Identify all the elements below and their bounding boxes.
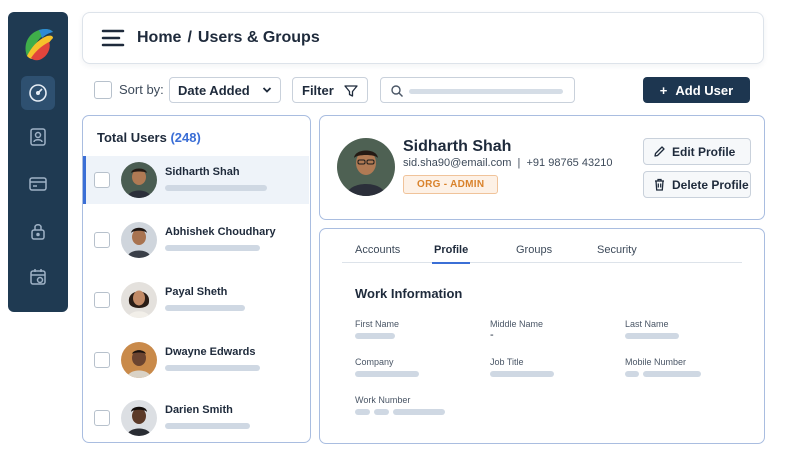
field-label-first-name: First Name <box>355 319 400 329</box>
profile-contact: sid.sha90@email.com | +91 98765 43210 <box>403 157 612 169</box>
user-row[interactable]: Payal Sheth <box>83 276 309 324</box>
profile-name: Sidharth Shah <box>403 138 512 155</box>
tab-profile[interactable]: Profile <box>431 244 471 264</box>
contact-separator: | <box>517 157 521 169</box>
lock-icon <box>31 224 45 240</box>
field-value-work-number-part <box>393 409 445 415</box>
app-logo-icon[interactable] <box>21 26 55 64</box>
profile-tabs: Accounts Profile Groups Security <box>342 239 742 264</box>
filter-icon <box>344 85 358 97</box>
breadcrumb-separator: / <box>187 29 192 46</box>
sort-label: Sort by: <box>119 82 164 97</box>
avatar <box>121 162 157 198</box>
breadcrumb-home[interactable]: Home <box>137 29 181 47</box>
search-input[interactable] <box>380 77 575 103</box>
row-checkbox[interactable] <box>94 292 110 308</box>
user-card-icon <box>30 128 46 146</box>
nav-calendar[interactable] <box>21 260 55 294</box>
field-value-job-title <box>490 371 554 377</box>
sidebar <box>8 12 68 312</box>
breadcrumb: Home / Users & Groups <box>137 29 320 47</box>
avatar <box>121 222 157 258</box>
users-count: (248) <box>170 130 201 145</box>
users-title-label: Total Users <box>97 130 167 145</box>
profile-phone: +91 98765 43210 <box>526 157 613 169</box>
field-label-last-name: Last Name <box>625 319 669 329</box>
profile-details-panel: Accounts Profile Groups Security Work In… <box>319 228 765 444</box>
profile-avatar <box>337 138 395 196</box>
user-row[interactable]: Dwayne Edwards <box>83 336 309 384</box>
user-row[interactable]: Darien Smith <box>83 394 309 442</box>
filter-button[interactable]: Filter <box>292 77 368 103</box>
profile-card: Sidharth Shah sid.sha90@email.com | +91 … <box>319 115 765 220</box>
breadcrumb-current: Users & Groups <box>197 29 320 46</box>
profile-email: sid.sha90@email.com <box>403 157 512 169</box>
field-label-company: Company <box>355 357 394 367</box>
user-detail-bar <box>165 245 260 251</box>
add-user-label: Add User <box>675 82 734 98</box>
chevron-down-icon <box>262 87 272 93</box>
sort-select[interactable]: Date Added <box>169 77 281 103</box>
tab-security[interactable]: Security <box>597 244 637 256</box>
section-title: Work Information <box>355 286 463 301</box>
tab-accounts[interactable]: Accounts <box>355 244 400 256</box>
edit-profile-label: Edit Profile <box>672 144 736 159</box>
field-value-company <box>355 371 419 377</box>
user-detail-bar <box>165 365 260 371</box>
avatar <box>121 342 157 378</box>
nav-users[interactable] <box>21 120 55 154</box>
users-list-panel: Total Users (248) Sidharth Shah Abhishek… <box>82 115 311 443</box>
field-value-middle-name: - <box>490 329 494 341</box>
field-label-mobile-number: Mobile Number <box>625 357 687 367</box>
row-checkbox[interactable] <box>94 172 110 188</box>
user-name: Payal Sheth <box>165 286 228 298</box>
field-value-last-name <box>625 333 679 339</box>
row-checkbox[interactable] <box>94 232 110 248</box>
filter-label: Filter <box>302 82 334 98</box>
users-title: Total Users (248) <box>97 130 201 145</box>
user-name: Darien Smith <box>165 404 233 416</box>
menu-icon[interactable] <box>101 28 125 48</box>
trash-icon <box>655 178 664 191</box>
delete-profile-label: Delete Profile <box>672 177 749 192</box>
dashboard-icon <box>29 84 47 102</box>
nav-billing[interactable] <box>21 167 55 201</box>
user-detail-bar <box>165 185 267 191</box>
user-row[interactable]: Sidharth Shah <box>83 156 309 204</box>
user-row[interactable]: Abhishek Choudhary <box>83 216 309 264</box>
field-value-work-number-part <box>374 409 389 415</box>
field-label-middle-name: Middle Name <box>490 319 544 329</box>
nav-dashboard[interactable] <box>21 76 55 110</box>
row-checkbox[interactable] <box>94 352 110 368</box>
user-name: Dwayne Edwards <box>165 346 256 358</box>
field-value-work-number-part <box>355 409 370 415</box>
user-name: Sidharth Shah <box>165 166 240 178</box>
field-value-mobile-number <box>643 371 701 377</box>
field-value-first-name <box>355 333 395 339</box>
user-detail-bar <box>165 305 245 311</box>
add-user-button[interactable]: + Add User <box>643 77 750 103</box>
field-value-mobile-code <box>625 371 639 377</box>
field-label-job-title: Job Title <box>490 357 524 367</box>
avatar <box>121 400 157 436</box>
role-badge: ORG - ADMIN <box>403 175 499 194</box>
sort-value: Date Added <box>178 82 250 98</box>
plus-icon: + <box>659 82 668 98</box>
edit-profile-button[interactable]: Edit Profile <box>643 138 751 165</box>
top-header: Home / Users & Groups <box>82 12 764 64</box>
credit-card-icon <box>29 177 47 191</box>
nav-security[interactable] <box>21 214 55 248</box>
search-icon <box>391 85 403 97</box>
field-label-work-number: Work Number <box>355 395 411 405</box>
avatar <box>121 282 157 318</box>
calendar-icon <box>30 269 46 285</box>
user-name: Abhishek Choudhary <box>165 226 276 238</box>
pencil-icon <box>654 146 665 157</box>
select-all-checkbox[interactable] <box>94 81 112 99</box>
delete-profile-button[interactable]: Delete Profile <box>643 171 751 198</box>
tab-groups[interactable]: Groups <box>516 244 552 256</box>
row-checkbox[interactable] <box>94 410 110 426</box>
user-detail-bar <box>165 423 250 429</box>
search-placeholder-bar <box>409 89 563 94</box>
